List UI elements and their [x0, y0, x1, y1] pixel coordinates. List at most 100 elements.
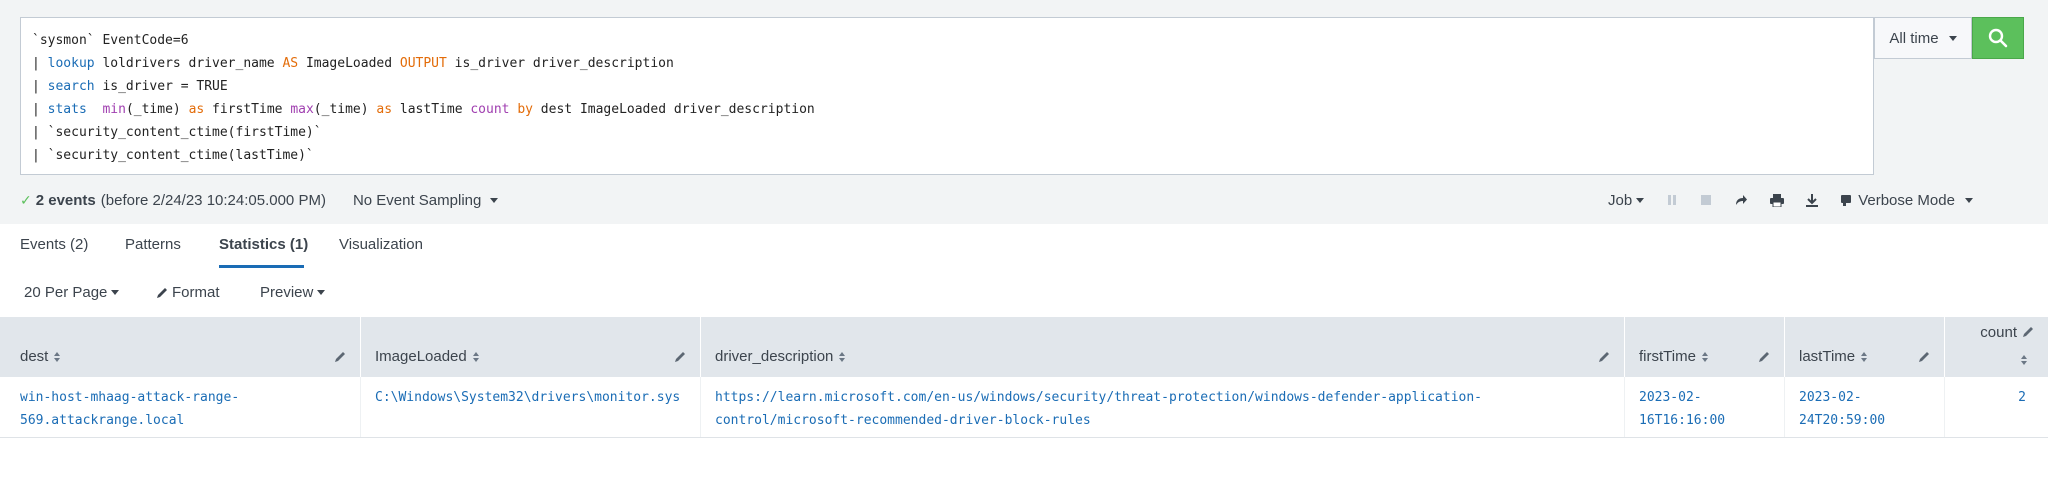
query-keyword: search [47, 79, 95, 94]
search-button[interactable] [1972, 17, 2024, 59]
pencil-icon[interactable] [1918, 351, 1930, 363]
column-header-dest[interactable]: dest [0, 317, 361, 377]
column-label: driver_description [715, 348, 834, 365]
export-button[interactable] [1806, 193, 1819, 207]
query-line: | `security_content_ctime(firstTime)` [32, 121, 1873, 144]
share-button[interactable] [1734, 194, 1748, 206]
cell-text: 2023-02- [1639, 390, 1702, 405]
sort-icon[interactable] [54, 351, 61, 362]
query-keyword: min [102, 102, 126, 117]
cell-text: C:\Windows\System32\drivers\monitor.sys [375, 390, 681, 405]
column-header-firsttime[interactable]: firstTime [1625, 317, 1785, 377]
chevron-down-icon [1964, 197, 1973, 203]
query-text: dest ImageLoaded driver_description [532, 102, 815, 117]
query-keyword: count [470, 102, 510, 117]
tab-statistics[interactable]: Statistics (1) [219, 236, 308, 253]
cell-text: win-host-mhaag-attack-range- [20, 390, 240, 405]
cell-count[interactable]: 2 [1945, 377, 2048, 437]
table-header: dest ImageLoaded driver_description firs… [0, 317, 2048, 377]
pencil-icon[interactable] [1598, 351, 1610, 363]
column-header-driver-description[interactable]: driver_description [701, 317, 1625, 377]
tab-visualization[interactable]: Visualization [339, 236, 423, 253]
per-page-label: 20 Per Page [24, 284, 108, 301]
column-label: lastTime [1799, 348, 1856, 365]
query-text: (_time) [125, 102, 189, 117]
statistics-table: dest ImageLoaded driver_description firs… [0, 317, 2048, 438]
tab-events[interactable]: Events (2) [20, 236, 88, 253]
print-icon [1770, 193, 1785, 207]
query-text: loldrivers driver_name [94, 56, 283, 71]
job-menu[interactable]: Job [1608, 191, 1645, 209]
pause-button[interactable] [1666, 194, 1678, 206]
time-range-picker[interactable]: All time [1874, 17, 1972, 59]
time-range-label: All time [1889, 29, 1939, 47]
pencil-icon[interactable] [2022, 326, 2034, 338]
query-text: firstTime [204, 102, 291, 117]
share-icon [1736, 195, 1748, 205]
print-button[interactable] [1770, 193, 1785, 207]
sort-icon[interactable] [2021, 355, 2027, 365]
results-tabs: Events (2) Patterns Statistics (1) Visua… [0, 224, 2048, 269]
search-mode-dropdown[interactable]: Verbose Mode [1840, 192, 1973, 209]
job-label: Job [1608, 191, 1633, 209]
stop-button[interactable] [1700, 194, 1712, 206]
search-query-editor[interactable]: `sysmon` EventCode=6 | lookup loldrivers … [20, 17, 1874, 175]
column-label: firstTime [1639, 348, 1696, 365]
column-header-count[interactable]: count [1945, 317, 2048, 377]
event-sampling-label: No Event Sampling [352, 191, 482, 209]
table-row: win-host-mhaag-attack-range- 569.attackr… [0, 377, 2048, 438]
query-keyword: max [290, 102, 314, 117]
preview-label: Preview [260, 284, 314, 301]
stop-icon [1701, 195, 1712, 205]
query-keyword: AS [282, 56, 299, 71]
cell-driver-description[interactable]: https://learn.microsoft.com/en-us/window… [701, 377, 1625, 437]
events-detail: (before 2/24/23 10:24:05.000 PM) [100, 191, 326, 209]
cell-imageloaded[interactable]: C:\Windows\System32\drivers\monitor.sys [361, 377, 701, 437]
format-button[interactable]: Format [156, 284, 220, 301]
job-controls: Job Verbose Mode [1608, 188, 1973, 212]
sort-icon[interactable] [1861, 351, 1868, 362]
query-text: | `security_content_ctime(lastTime)` [32, 148, 314, 163]
download-icon [1806, 193, 1819, 207]
pencil-icon [157, 287, 167, 298]
pencil-icon[interactable] [334, 351, 346, 363]
query-text: | `security_content_ctime(firstTime)` [32, 125, 322, 140]
sort-icon[interactable] [472, 351, 479, 362]
format-label: Format [172, 284, 220, 301]
column-label: count [1980, 324, 2017, 341]
per-page-dropdown[interactable]: 20 Per Page [24, 284, 120, 301]
chevron-down-icon [1636, 197, 1645, 203]
column-header-lasttime[interactable]: lastTime [1785, 317, 1945, 377]
query-line: | stats min(_time) as firstTime max(_tim… [32, 98, 1873, 121]
pencil-icon[interactable] [674, 351, 686, 363]
preview-dropdown[interactable]: Preview [260, 284, 326, 301]
query-line: | `security_content_ctime(lastTime)` [32, 144, 1873, 167]
chevron-down-icon [111, 290, 120, 295]
query-text: ImageLoaded [298, 56, 400, 71]
pencil-icon[interactable] [1758, 351, 1770, 363]
query-keyword: stats [47, 102, 87, 117]
cell-text: control/microsoft-recommended-driver-blo… [715, 413, 1091, 428]
query-line: | lookup loldrivers driver_name AS Image… [32, 52, 1873, 75]
cell-dest[interactable]: win-host-mhaag-attack-range- 569.attackr… [0, 377, 361, 437]
query-line: `sysmon` EventCode=6 [32, 29, 1873, 52]
query-text: is_driver = TRUE [94, 79, 228, 94]
sort-icon[interactable] [1701, 351, 1708, 362]
column-label: ImageLoaded [375, 348, 467, 365]
cell-lasttime[interactable]: 2023-02- 24T20:59:00 [1785, 377, 1945, 437]
query-text: (_time) [313, 102, 377, 117]
sort-icon[interactable] [839, 351, 846, 362]
query-keyword: by [517, 102, 533, 117]
query-keyword: as [376, 102, 393, 117]
query-text: | [32, 56, 48, 71]
tab-patterns[interactable]: Patterns [125, 236, 181, 253]
query-text: lastTime [392, 102, 471, 117]
chevron-down-icon [1948, 35, 1957, 41]
cell-firsttime[interactable]: 2023-02- 16T16:16:00 [1625, 377, 1785, 437]
cell-text: 2023-02- [1799, 390, 1862, 405]
events-count: 2 events [35, 191, 96, 209]
column-header-imageloaded[interactable]: ImageLoaded [361, 317, 701, 377]
event-sampling-dropdown[interactable]: No Event Sampling [353, 192, 498, 209]
cell-text: 2 [2018, 390, 2026, 405]
query-text: is_driver driver_description [446, 56, 674, 71]
